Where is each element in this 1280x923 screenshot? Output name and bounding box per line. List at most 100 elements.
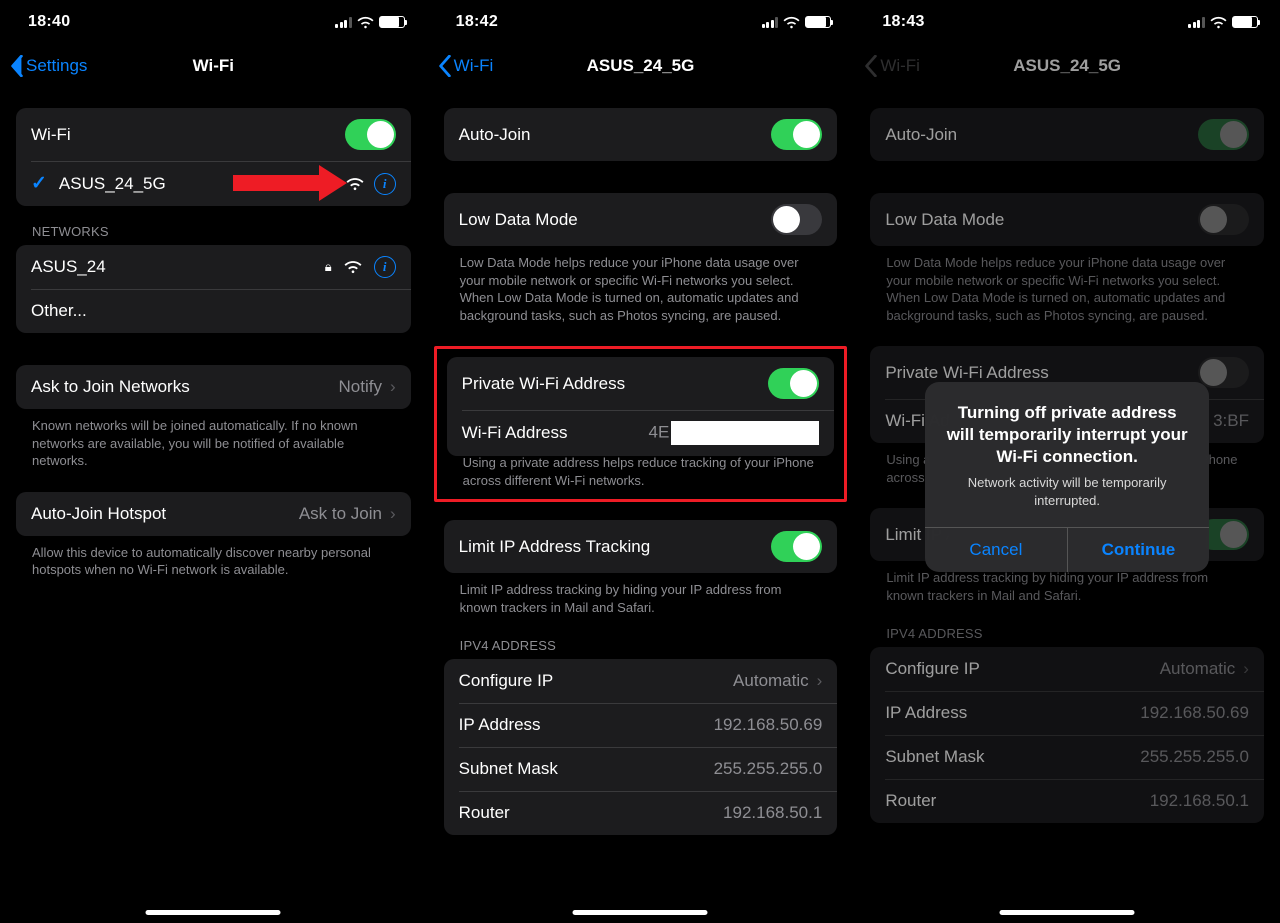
chevron-right-icon: ›	[390, 377, 396, 397]
nav-title: ASUS_24_5G	[1013, 56, 1121, 76]
status-time: 18:42	[456, 13, 498, 31]
wifi-icon	[783, 16, 800, 29]
chevron-right-icon: ›	[817, 671, 823, 691]
subnet-mask-value: 255.255.255.0	[714, 759, 823, 779]
auto-join-hotspot-label: Auto-Join Hotspot	[31, 504, 299, 524]
limit-ip-tracking-switch[interactable]	[771, 531, 822, 562]
ipv4-header: IPV4 ADDRESS	[428, 638, 854, 659]
info-icon[interactable]: i	[374, 173, 396, 195]
limit-ip-tracking-help: Limit IP address tracking by hiding your…	[428, 581, 854, 638]
back-button[interactable]: Wi-Fi	[438, 55, 494, 77]
back-button: Wi-Fi	[864, 55, 920, 77]
networks-header: NETWORKS	[0, 224, 427, 245]
private-wifi-address-label: Private Wi-Fi Address	[462, 374, 769, 394]
status-bar: 18:43	[854, 0, 1280, 44]
auto-join-row: Auto-Join	[870, 108, 1264, 161]
private-wifi-help: Using a private address helps reduce tra…	[447, 454, 835, 491]
cellular-icon	[762, 17, 779, 28]
alert-message: Network activity will be temporarily int…	[943, 474, 1191, 509]
status-time: 18:43	[882, 13, 924, 31]
wifi-address-label: Wi-Fi Address	[462, 423, 649, 443]
private-wifi-address-switch[interactable]	[768, 368, 819, 399]
router-row: Router 192.168.50.1	[444, 791, 838, 835]
ask-to-join-row[interactable]: Ask to Join Networks Notify ›	[16, 365, 411, 409]
ip-address-value: 192.168.50.69	[714, 715, 823, 735]
private-wifi-address-switch	[1198, 357, 1249, 388]
lock-icon: 🔒︎	[325, 259, 332, 275]
configure-ip-row[interactable]: Configure IP Automatic ›	[444, 659, 838, 703]
auto-join-hotspot-help: Allow this device to automatically disco…	[0, 544, 427, 601]
auto-join-hotspot-row[interactable]: Auto-Join Hotspot Ask to Join ›	[16, 492, 411, 536]
network-row[interactable]: ASUS_24 🔒︎ i	[16, 245, 411, 289]
configure-ip-label: Configure IP	[885, 659, 1159, 679]
network-name: ASUS_24	[31, 257, 325, 277]
battery-icon	[805, 16, 831, 28]
network-detail-alert-screen: 18:43 Wi-Fi ASUS_24_5G Auto-Join	[853, 0, 1280, 923]
ask-to-join-value: Notify	[339, 377, 382, 397]
limit-ip-tracking-label: Limit IP Address Tracking	[459, 537, 772, 557]
chevron-left-icon	[864, 55, 878, 77]
info-icon[interactable]: i	[374, 256, 396, 278]
ipv4-header: IPV4 ADDRESS	[854, 626, 1280, 647]
chevron-right-icon: ›	[1243, 659, 1249, 679]
wifi-address-value: 3:BF	[1213, 411, 1249, 431]
low-data-mode-help: Low Data Mode helps reduce your iPhone d…	[428, 254, 854, 346]
checkmark-icon: ✓	[31, 172, 47, 195]
wifi-address-row: Wi-Fi Address 4E	[447, 410, 835, 456]
status-icons	[335, 16, 405, 29]
low-data-mode-label: Low Data Mode	[885, 210, 1198, 230]
connected-network-row[interactable]: ✓ ASUS_24_5G i	[16, 161, 411, 206]
low-data-mode-row[interactable]: Low Data Mode	[444, 193, 838, 246]
private-wifi-address-row[interactable]: Private Wi-Fi Address	[447, 357, 835, 410]
ask-to-join-label: Ask to Join Networks	[31, 377, 339, 397]
nav-bar: Settings Wi-Fi	[0, 44, 427, 88]
home-indicator[interactable]	[1000, 910, 1135, 915]
back-button[interactable]: Settings	[10, 55, 87, 77]
chevron-left-icon	[10, 55, 24, 77]
other-label: Other...	[31, 301, 396, 321]
low-data-mode-help: Low Data Mode helps reduce your iPhone d…	[854, 254, 1280, 346]
home-indicator[interactable]	[146, 910, 281, 915]
wifi-toggle-row[interactable]: Wi-Fi	[16, 108, 411, 161]
confirmation-alert: Turning off private address will tempora…	[925, 382, 1209, 572]
status-time: 18:40	[28, 13, 70, 31]
limit-ip-tracking-row[interactable]: Limit IP Address Tracking	[444, 520, 838, 573]
other-network-row[interactable]: Other...	[16, 289, 411, 333]
auto-join-label: Auto-Join	[885, 125, 1198, 145]
network-detail-screen: 18:42 Wi-Fi ASUS_24_5G Auto-Join Low Dat…	[427, 0, 854, 923]
back-label: Wi-Fi	[880, 56, 920, 76]
auto-join-switch[interactable]	[771, 119, 822, 150]
continue-button[interactable]: Continue	[1067, 528, 1210, 572]
battery-icon	[1232, 16, 1258, 28]
nav-title: Wi-Fi	[193, 56, 234, 76]
router-label: Router	[459, 803, 723, 823]
low-data-mode-switch[interactable]	[771, 204, 822, 235]
cellular-icon	[335, 17, 352, 28]
auto-join-hotspot-value: Ask to Join	[299, 504, 382, 524]
status-bar: 18:40	[0, 0, 427, 44]
cellular-icon	[1188, 17, 1205, 28]
auto-join-row[interactable]: Auto-Join	[444, 108, 838, 161]
nav-bar: Wi-Fi ASUS_24_5G	[428, 44, 854, 88]
wifi-icon	[357, 16, 374, 29]
low-data-mode-switch	[1198, 204, 1249, 235]
back-label: Settings	[26, 56, 87, 76]
wifi-signal-icon	[344, 260, 362, 274]
nav-bar: Wi-Fi ASUS_24_5G	[854, 44, 1280, 88]
low-data-mode-label: Low Data Mode	[459, 210, 772, 230]
configure-ip-value: Automatic	[733, 671, 809, 691]
chevron-left-icon	[438, 55, 452, 77]
nav-title: ASUS_24_5G	[587, 56, 695, 76]
configure-ip-row: Configure IP Automatic ›	[870, 647, 1264, 691]
cancel-button[interactable]: Cancel	[925, 528, 1067, 572]
ip-address-row: IP Address 192.168.50.69	[870, 691, 1264, 735]
chevron-right-icon: ›	[390, 504, 396, 524]
router-value: 192.168.50.1	[723, 803, 822, 823]
wifi-label: Wi-Fi	[31, 125, 345, 145]
battery-icon	[379, 16, 405, 28]
home-indicator[interactable]	[573, 910, 708, 915]
router-label: Router	[885, 791, 1149, 811]
alert-title: Turning off private address will tempora…	[943, 402, 1191, 468]
wifi-address-value: 4E	[649, 421, 820, 445]
wifi-switch[interactable]	[345, 119, 396, 150]
